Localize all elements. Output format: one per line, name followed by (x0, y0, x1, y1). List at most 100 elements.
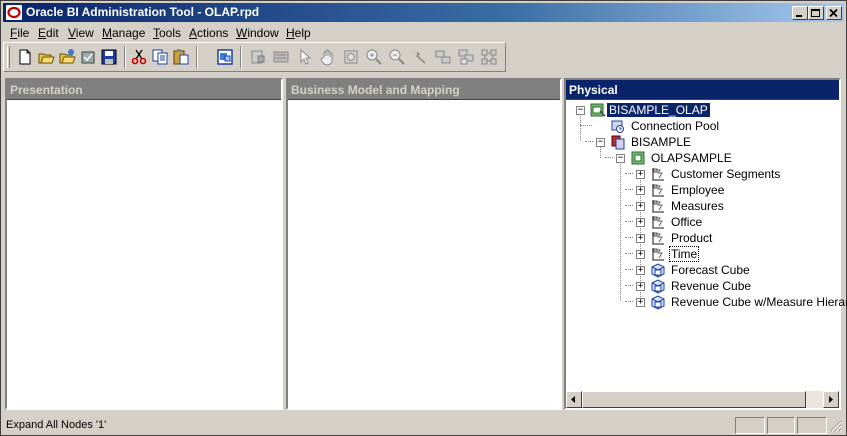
menu-window[interactable]: Window (236, 26, 279, 40)
database-icon (590, 102, 606, 118)
minimize-button[interactable] (792, 6, 808, 20)
business-model-pane[interactable]: Business Model and Mapping (286, 78, 562, 410)
tree-node-label: Time (669, 246, 700, 262)
tree-node-label: BISAMPLE_OLAP (607, 103, 710, 117)
tree-node-label: Forecast Cube (671, 263, 750, 277)
open-icon[interactable] (37, 48, 55, 66)
paste-icon[interactable] (172, 48, 190, 66)
physical-tree[interactable]: − BISAMPLE_OLAP Connection Pool − BISAMP… (566, 99, 847, 408)
tree-line (625, 237, 633, 238)
tree-node-revenue-cube-w-measure-hierar[interactable]: + Revenue Cube w/Measure Hierar... (566, 294, 847, 310)
tree-node-measures[interactable]: + Measures (566, 198, 841, 214)
expand-toggle[interactable]: + (636, 297, 645, 307)
collapse-toggle[interactable]: − (576, 105, 585, 115)
properties-icon[interactable] (216, 48, 234, 66)
tree-line (625, 285, 633, 286)
import-icon[interactable] (249, 48, 267, 66)
tree-node-bisample-olap[interactable]: − BISAMPLE_OLAP (566, 102, 766, 118)
tree-line (625, 205, 633, 206)
expand-toggle[interactable]: + (636, 249, 645, 259)
expand-toggle[interactable]: + (636, 281, 645, 291)
menu-bar: File Edit View Manage Tools Actions Wind… (3, 23, 844, 42)
title-bar[interactable]: Oracle BI Administration Tool - OLAP.rpd (3, 3, 844, 22)
close-button[interactable] (826, 6, 842, 20)
presentation-pane[interactable]: Presentation (5, 78, 283, 410)
expand-toggle[interactable]: + (636, 185, 645, 195)
tree-node-revenue-cube[interactable]: + Revenue Cube (566, 278, 841, 294)
expand-toggle[interactable]: + (636, 217, 645, 227)
business-model-pane-title: Business Model and Mapping (288, 80, 560, 99)
collapse-toggle[interactable]: − (616, 153, 625, 163)
menu-file[interactable]: File (10, 26, 29, 40)
pan-hand-icon[interactable] (319, 48, 337, 66)
menu-help[interactable]: Help (286, 26, 311, 40)
tree-line (625, 221, 633, 222)
tree-node-time[interactable]: + Time (566, 246, 841, 262)
scroll-thumb[interactable] (582, 391, 806, 408)
open-online-icon[interactable] (58, 48, 76, 66)
tree-line (625, 253, 633, 254)
zoom-out-icon[interactable] (388, 48, 406, 66)
expand-toggle[interactable]: + (636, 265, 645, 275)
expand-toggle[interactable]: + (636, 201, 645, 211)
menu-manage[interactable]: Manage (102, 26, 145, 40)
scroll-left-button[interactable] (566, 391, 582, 408)
check-in-icon[interactable] (79, 48, 97, 66)
menu-tools[interactable]: Tools (153, 26, 181, 40)
cut-icon[interactable] (130, 48, 148, 66)
save-icon[interactable] (100, 48, 118, 66)
physical-pane-title: Physical (566, 80, 839, 99)
complex-join-icon[interactable] (434, 48, 452, 66)
status-panel (767, 417, 795, 434)
new-icon[interactable] (16, 48, 34, 66)
tree-node-office[interactable]: + Office (566, 214, 841, 230)
tree-line (625, 189, 633, 190)
toolbar-separator (240, 46, 242, 68)
physical-pane[interactable]: Physical − BISAMPLE_OLAP Connection Pool… (564, 78, 847, 410)
business-model-tree[interactable] (288, 99, 560, 408)
app-window: Oracle BI Administration Tool - OLAP.rpd… (0, 0, 847, 436)
tree-node-connection-pool[interactable]: Connection Pool (566, 118, 766, 134)
zoom-in-icon[interactable] (365, 48, 383, 66)
toolbar-separator (124, 46, 126, 68)
tree-node-label: Revenue Cube w/Measure Hierar... (671, 295, 847, 309)
collapse-toggle[interactable]: − (596, 137, 605, 147)
tree-line (625, 173, 633, 174)
tree-node-forecast-cube[interactable]: + Forecast Cube (566, 262, 841, 278)
zoom-fit-icon[interactable] (342, 48, 360, 66)
select-pointer-icon[interactable] (296, 48, 314, 66)
expand-toggle[interactable]: + (636, 233, 645, 243)
cube-icon (650, 278, 666, 294)
toolbar-grip[interactable] (7, 46, 10, 68)
tree-node-customer-segments[interactable]: + Customer Segments (566, 166, 841, 182)
query-icon[interactable] (272, 48, 290, 66)
catalog-icon (610, 134, 626, 150)
tree-node-employee[interactable]: + Employee (566, 182, 841, 198)
tree-node-olapsample[interactable]: − OLAPSAMPLE (566, 150, 766, 166)
tree-node-label: Employee (671, 183, 725, 197)
tree-node-label: Revenue Cube (671, 279, 752, 293)
menu-view[interactable]: View (68, 26, 94, 40)
copy-icon[interactable] (151, 48, 169, 66)
maximize-button[interactable] (808, 6, 824, 20)
tree-node-label: Measures (671, 199, 724, 213)
presentation-tree[interactable] (7, 99, 281, 408)
tree-node-bisample[interactable]: − BISAMPLE (566, 134, 766, 150)
join-icon[interactable] (411, 48, 429, 66)
scroll-right-button[interactable] (823, 391, 839, 408)
tree-line (625, 269, 633, 270)
tree-node-label: Connection Pool (631, 119, 720, 133)
arrange-icon[interactable] (480, 48, 498, 66)
dimension-icon (650, 246, 666, 262)
tree-node-label: OLAPSAMPLE (651, 151, 732, 165)
menu-actions[interactable]: Actions (189, 26, 228, 40)
menu-edit[interactable]: Edit (38, 26, 59, 40)
horizontal-scrollbar[interactable] (566, 391, 839, 408)
cube-icon (650, 294, 666, 310)
tree-line (625, 301, 633, 302)
physical-diagram-icon[interactable] (457, 48, 475, 66)
resize-grip-icon[interactable] (830, 420, 842, 432)
status-bar: Expand All Nodes '1' (3, 415, 844, 434)
tree-node-product[interactable]: + Product (566, 230, 841, 246)
expand-toggle[interactable]: + (636, 169, 645, 179)
